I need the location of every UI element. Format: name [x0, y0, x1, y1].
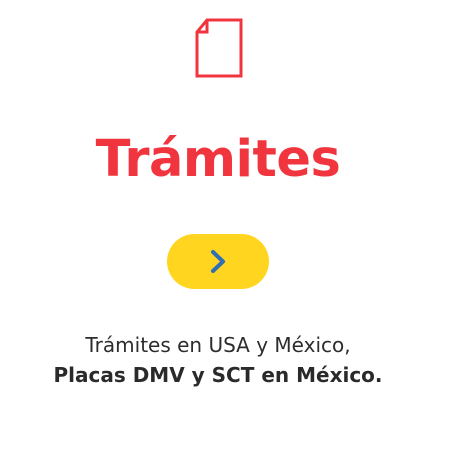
chevron-right-icon [211, 250, 225, 273]
document-icon [193, 18, 245, 80]
description-line-2: Placas DMV y SCT en México. [53, 363, 383, 387]
go-button[interactable] [167, 234, 269, 289]
card-description: Trámites en USA y México, Placas DMV y S… [0, 330, 436, 390]
description-line-1: Trámites en USA y México, [85, 333, 351, 357]
card-title: Trámites [95, 130, 341, 189]
tramites-card: Trámites Trámites en USA y México, Placa… [0, 0, 462, 460]
